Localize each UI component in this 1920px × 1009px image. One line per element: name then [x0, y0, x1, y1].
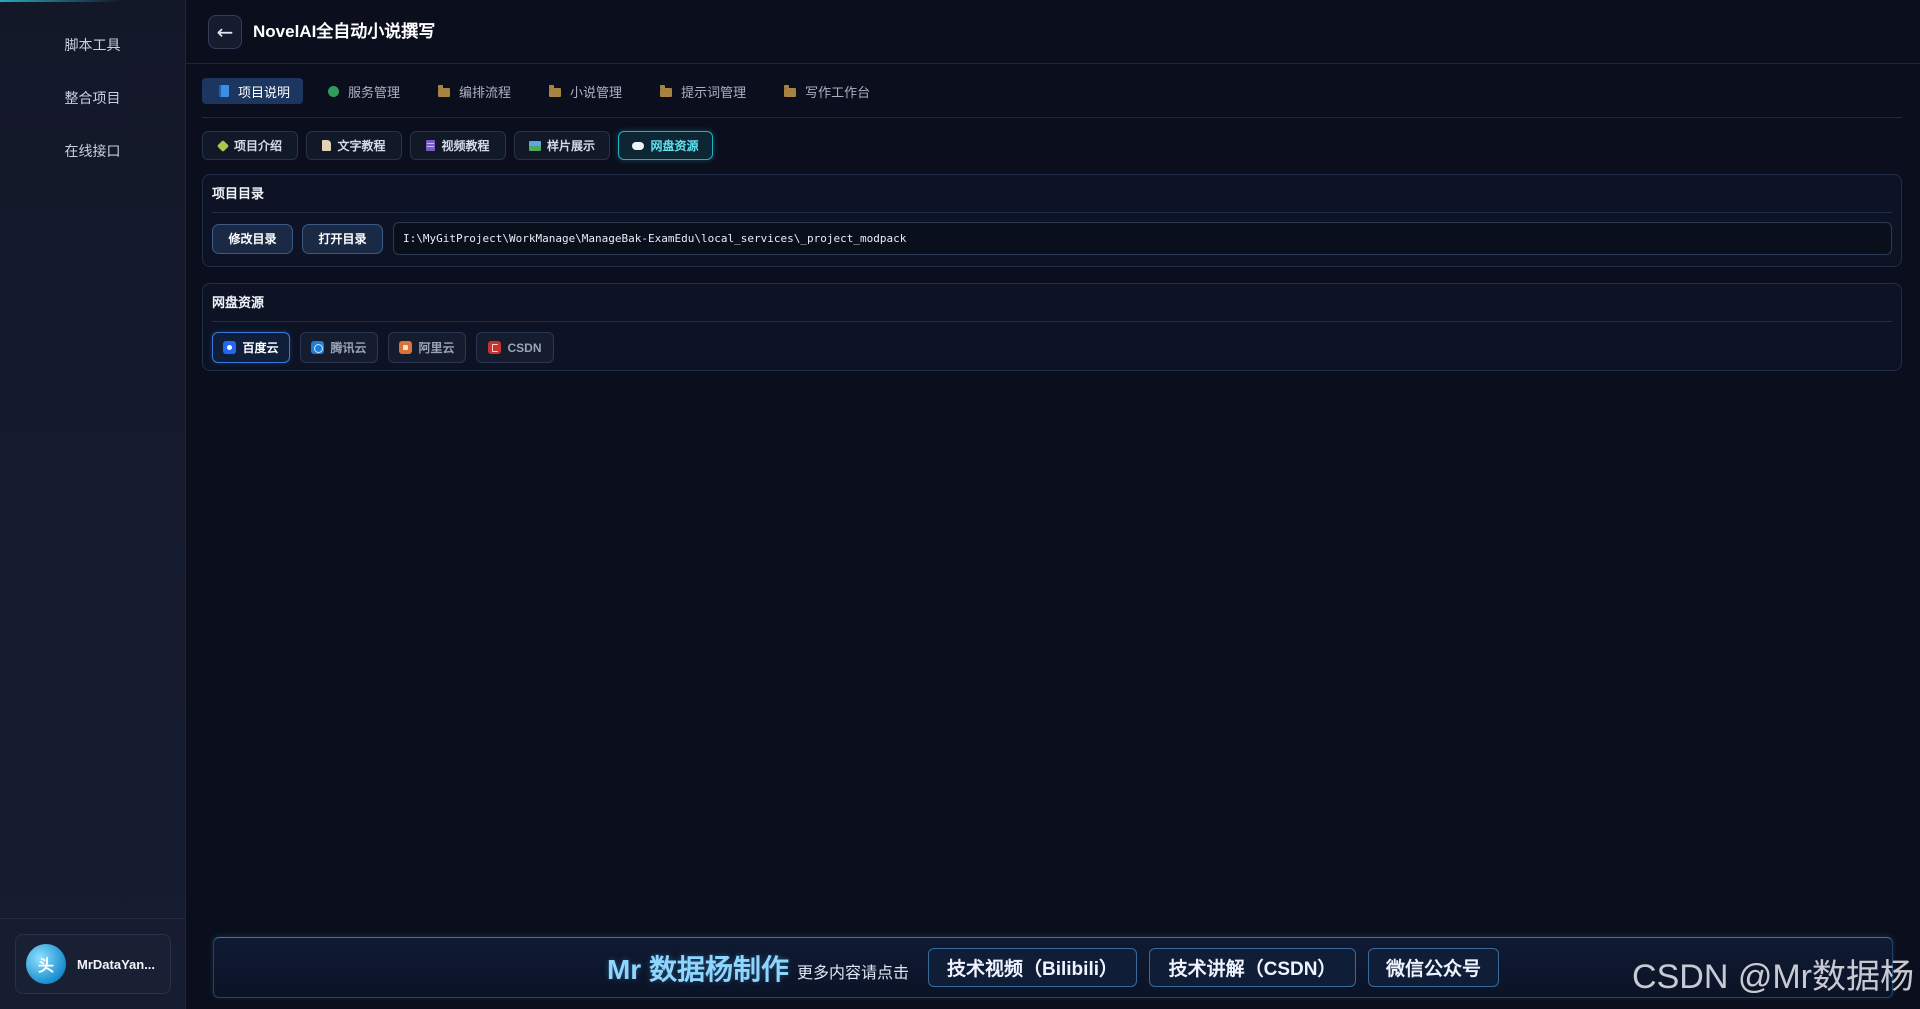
cloud-buttons: 百度云 腾讯云 阿里云 CSDN [212, 332, 1892, 363]
cloud-button-label: 腾讯云 [330, 341, 367, 355]
subtab-label: 样片展示 [546, 139, 595, 153]
baidu-icon [223, 341, 237, 354]
page-icon [322, 140, 332, 151]
cloud-resources-panel: 网盘资源 百度云 腾讯云 阿里云 CSDN [202, 283, 1902, 371]
page-header: ← NovelAI全自动小说撰写 [186, 0, 1920, 64]
subtab-label: 网盘资源 [650, 139, 699, 153]
subtab-text-tutorial[interactable]: 文字教程 [306, 131, 402, 160]
sub-tabs: 项目介绍 文字教程 视频教程 样片展示 网盘资源 [202, 131, 713, 160]
book-icon [219, 85, 229, 97]
bilibili-video-link[interactable]: 技术视频（Bilibili） [928, 948, 1138, 987]
edit-directory-button[interactable]: 修改目录 [212, 223, 293, 254]
sidebar-footer: 头 MrDataYan... [0, 918, 185, 1009]
subtab-project-intro[interactable]: 项目介绍 [202, 131, 298, 160]
tencent-cloud-button[interactable]: 腾讯云 [300, 332, 378, 363]
brand-text: Mr 数据杨制作 [606, 953, 789, 985]
tab-workflow[interactable]: 编排流程 [421, 78, 524, 104]
tab-novel-management[interactable]: 小说管理 [532, 78, 635, 104]
directory-path-field[interactable]: I:\MyGitProject\WorkManage\ManageBak-Exa… [393, 222, 1892, 255]
wechat-account-link[interactable]: 微信公众号 [1368, 948, 1500, 987]
sidebar: 脚本工具 整合项目 在线接口 头 MrDataYan... [0, 0, 186, 1009]
arrow-left-icon: ← [216, 20, 234, 44]
directory-row: 修改目录 打开目录 I:\MyGitProject\WorkManage\Man… [212, 222, 1892, 255]
cloud-button-label: CSDN [507, 340, 542, 355]
avatar: 头 [26, 944, 66, 984]
picture-icon [528, 140, 541, 151]
aliyun-button[interactable]: 阿里云 [388, 332, 466, 363]
tab-label: 提示词管理 [681, 84, 747, 100]
open-directory-button[interactable]: 打开目录 [302, 223, 383, 254]
sidebar-item-script-tools[interactable]: 脚本工具 [0, 19, 185, 72]
subtab-label: 项目介绍 [233, 139, 282, 153]
folder-icon [784, 84, 797, 97]
sidebar-item-online-api[interactable]: 在线接口 [0, 125, 185, 178]
aliyun-icon [399, 341, 413, 354]
tab-prompt-management[interactable]: 提示词管理 [643, 78, 759, 104]
tab-label: 小说管理 [570, 84, 623, 100]
cloud-button-label: 百度云 [242, 341, 279, 355]
sidebar-item-integrated-projects[interactable]: 整合项目 [0, 72, 185, 125]
baidu-cloud-button[interactable]: 百度云 [212, 332, 290, 363]
tab-writing-workbench[interactable]: 写作工作台 [767, 78, 883, 104]
tab-label: 写作工作台 [805, 84, 871, 100]
cloud-icon [632, 141, 645, 150]
cloud-button-label: 阿里云 [418, 341, 455, 355]
tab-label: 服务管理 [348, 84, 401, 100]
subtab-label: 视频教程 [441, 139, 490, 153]
tencent-cloud-icon [311, 341, 325, 354]
csdn-icon [488, 341, 502, 354]
project-directory-panel: 项目目录 修改目录 打开目录 I:\MyGitProject\WorkManag… [202, 174, 1902, 267]
folder-icon [438, 84, 451, 97]
subtab-cloud-resources[interactable]: 网盘资源 [618, 131, 713, 160]
video-icon [426, 140, 436, 151]
user-card[interactable]: 头 MrDataYan... [15, 934, 171, 994]
panel-title: 网盘资源 [212, 284, 1892, 322]
subtab-label: 文字教程 [337, 139, 386, 153]
sidebar-top-accent [0, 0, 122, 2]
tab-service-management[interactable]: 服务管理 [311, 78, 413, 104]
green-dot-icon [328, 85, 340, 97]
more-content-text: 更多内容请点击 [797, 965, 910, 982]
main-content: ← NovelAI全自动小说撰写 项目说明 服务管理 编排流程 小说管理 提示词… [186, 0, 1920, 1009]
csdn-article-link[interactable]: 技术讲解（CSDN） [1149, 948, 1357, 987]
page-title: NovelAI全自动小说撰写 [253, 22, 436, 41]
watermark: CSDN @Mr数据杨 [1632, 958, 1914, 996]
main-tabs: 项目说明 服务管理 编排流程 小说管理 提示词管理 写作工作台 [202, 78, 1902, 118]
tab-label: 编排流程 [459, 84, 512, 100]
tab-label: 项目说明 [238, 84, 291, 100]
sidebar-nav: 脚本工具 整合项目 在线接口 [0, 19, 185, 178]
folder-icon [660, 84, 673, 97]
user-name: MrDataYan... [77, 956, 156, 972]
subtab-sample-showcase[interactable]: 样片展示 [514, 131, 610, 160]
csdn-button[interactable]: CSDN [476, 332, 554, 363]
subtab-video-tutorial[interactable]: 视频教程 [410, 131, 506, 160]
puzzle-icon [216, 139, 229, 152]
folder-icon [549, 84, 562, 97]
back-button[interactable]: ← [208, 15, 242, 49]
panel-title: 项目目录 [212, 175, 1892, 213]
tab-project-info[interactable]: 项目说明 [202, 78, 304, 104]
